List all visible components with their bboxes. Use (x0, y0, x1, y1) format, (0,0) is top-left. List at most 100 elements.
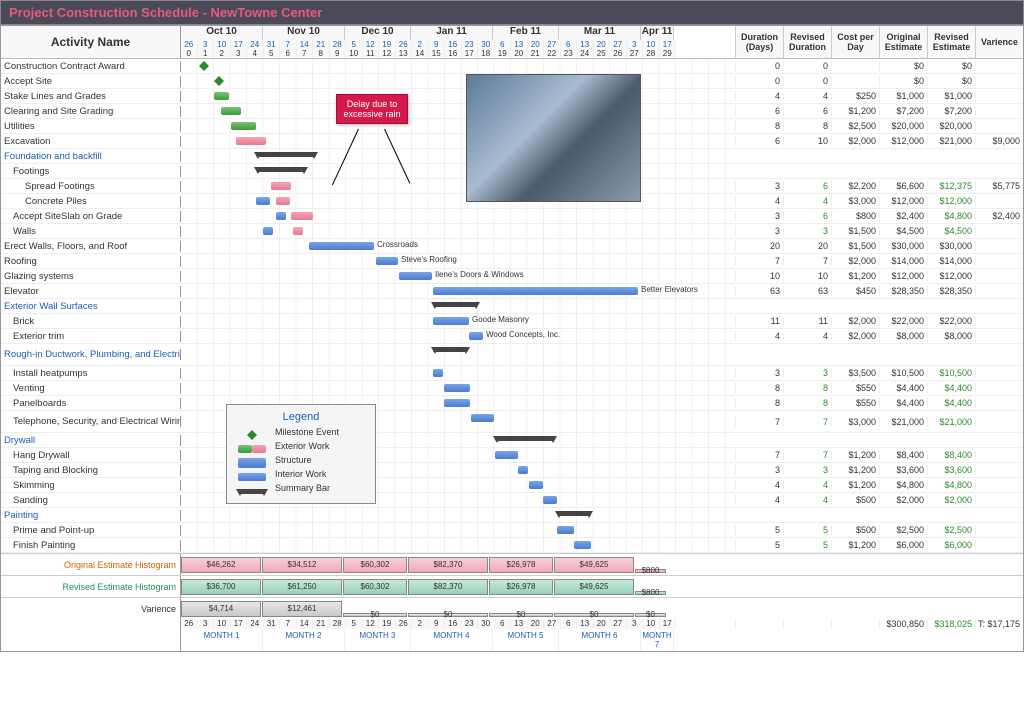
data-cell: 6 (783, 211, 831, 221)
data-cell: $1,500 (831, 226, 879, 236)
month-row: Oct 10Nov 10Dec 10Jan 11Feb 11Mar 11Apr … (181, 26, 735, 40)
gantt-row: Glazing systemsIlene's Doors & Windows10… (1, 269, 1023, 284)
gantt-bar[interactable] (256, 167, 306, 172)
month-footer-label: MONTH 3 (345, 629, 411, 651)
gantt-bar[interactable] (276, 212, 286, 220)
data-cell: $1,200 (831, 480, 879, 490)
gantt-bar[interactable] (557, 526, 574, 534)
data-cell: 20 (735, 241, 783, 251)
dates-footer: 2631017243171421285121926291623306132027… (181, 619, 735, 629)
data-cell: $3,000 (831, 196, 879, 206)
activity-name: Elevator (1, 286, 181, 297)
data-cell: 6 (735, 136, 783, 146)
data-cell: 6 (735, 106, 783, 116)
gantt-row: Exterior trimWood Concepts, Inc.44$2,000… (1, 329, 1023, 344)
month-header: Mar 11 (559, 26, 641, 40)
gantt-bar[interactable] (293, 227, 303, 235)
data-cell: $500 (831, 495, 879, 505)
gantt-bar[interactable] (469, 332, 483, 340)
data-cell: 3 (735, 181, 783, 191)
gantt-bar[interactable] (271, 182, 291, 190)
histogram-bar: $82,370 (408, 579, 488, 595)
gantt-row: Telephone, Security, and Electrical Wiri… (1, 411, 1023, 433)
gantt-bar[interactable] (291, 212, 313, 220)
gantt-bar[interactable] (276, 197, 290, 205)
month-header: Dec 10 (345, 26, 411, 40)
data-cell: 8 (783, 398, 831, 408)
data-cell: $21,000 (927, 136, 975, 146)
data-cell: $2,400 (975, 211, 1023, 221)
data-cell: $3,000 (831, 417, 879, 427)
data-cell: 8 (783, 383, 831, 393)
gantt-bar[interactable] (518, 466, 528, 474)
gantt-row: ElevatorBetter Elevators6363$450$28,350$… (1, 284, 1023, 299)
gantt-bar[interactable] (256, 152, 316, 157)
gantt-bar[interactable] (221, 107, 241, 115)
data-cell: $6,600 (879, 181, 927, 191)
gantt-bar[interactable] (495, 436, 555, 441)
gantt-bar[interactable] (543, 496, 557, 504)
gantt-row: Install heatpumps33$3,500$10,500$10,500 (1, 366, 1023, 381)
gantt-bar[interactable] (495, 451, 518, 459)
activity-name: Taping and Blocking (1, 465, 181, 476)
total-cell: $300,850 (879, 619, 927, 629)
gantt-bar[interactable] (557, 511, 591, 516)
activity-name: Utilities (1, 121, 181, 132)
data-cell (975, 383, 1023, 393)
data-cell (975, 450, 1023, 460)
gantt-bar[interactable] (433, 317, 469, 325)
gantt-bar[interactable] (231, 122, 256, 130)
milestone[interactable] (199, 61, 209, 66)
gantt-row: Panelboards88$550$4,400$4,400 (1, 396, 1023, 411)
histogram-bar: $0 (343, 613, 407, 617)
gantt-bar[interactable] (444, 399, 470, 407)
activity-name: Telephone, Security, and Electrical Wiri… (1, 416, 181, 427)
legend-exterior: Exterior Work (275, 441, 329, 451)
gantt-bar[interactable] (256, 197, 270, 205)
data-col-header: Original Estimate (879, 26, 927, 58)
month-footer-label: MONTH 2 (263, 629, 345, 651)
gantt-bar[interactable] (376, 257, 398, 265)
data-cell: $0 (927, 76, 975, 86)
gantt-bar[interactable] (236, 137, 266, 145)
data-cell: 0 (735, 76, 783, 86)
data-cell: $1,200 (831, 271, 879, 281)
data-cell: $3,600 (927, 465, 975, 475)
histogram-bar: $800 (635, 569, 666, 573)
histogram-bar: $60,302 (343, 579, 407, 595)
gantt-bar[interactable] (433, 347, 468, 352)
data-cell (975, 196, 1023, 206)
gantt-body: Delay due to excessive rain Legend Miles… (1, 59, 1023, 553)
data-cell: $21,000 (927, 417, 975, 427)
data-cell: $21,000 (879, 417, 927, 427)
histogram-bar: $49,625 (554, 579, 634, 595)
gantt-bar[interactable] (471, 414, 494, 422)
gantt-bar[interactable] (574, 541, 591, 549)
data-cell: $4,800 (927, 480, 975, 490)
gantt-bar[interactable] (529, 481, 543, 489)
gantt-bar[interactable] (433, 369, 443, 377)
gantt-bar[interactable] (309, 242, 374, 250)
gantt-bar[interactable] (214, 92, 229, 100)
data-cell: 4 (783, 480, 831, 490)
data-cell: $12,000 (879, 196, 927, 206)
data-cell: $2,400 (879, 211, 927, 221)
data-cell: 4 (735, 91, 783, 101)
activity-name: Construction Contract Award (1, 61, 181, 72)
milestone[interactable] (214, 76, 224, 81)
gantt-bar[interactable] (399, 272, 432, 280)
total-cell (831, 619, 879, 629)
activity-name: Hang Drywall (1, 450, 181, 461)
gantt-bar[interactable] (444, 384, 470, 392)
activity-name: Erect Walls, Floors, and Roof (1, 241, 181, 252)
histogram-bar: $60,302 (343, 557, 407, 573)
data-cell: $4,500 (927, 226, 975, 236)
data-cell: $10,500 (927, 368, 975, 378)
gantt-bar[interactable] (263, 227, 273, 235)
gantt-bar[interactable] (433, 287, 638, 295)
data-cell: $8,400 (879, 450, 927, 460)
gantt-bar[interactable] (433, 302, 478, 307)
data-cell (975, 61, 1023, 71)
activity-name: Drywall (1, 435, 181, 446)
data-cell: $28,350 (879, 286, 927, 296)
